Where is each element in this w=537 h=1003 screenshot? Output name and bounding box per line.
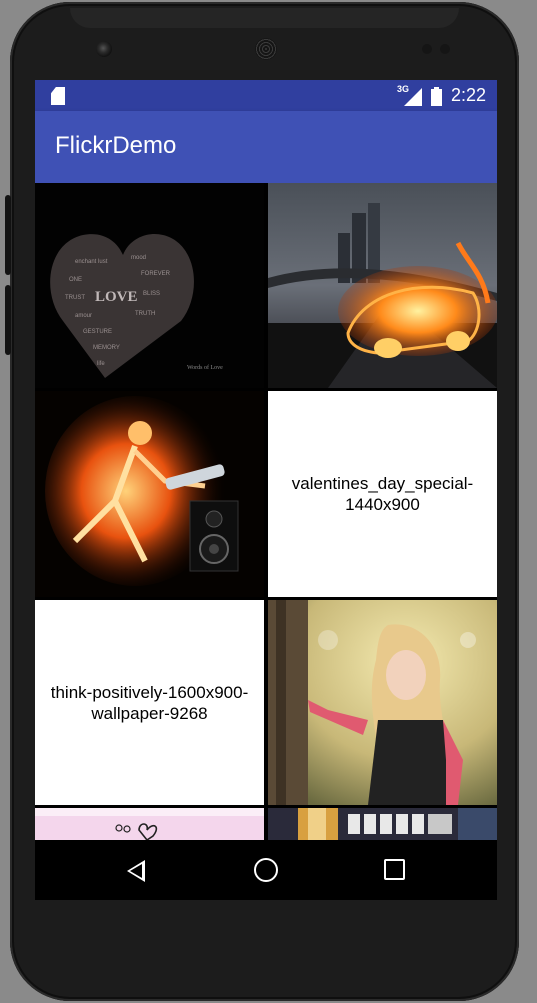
- phone-bezel-top: [70, 8, 459, 28]
- sd-card-icon: [51, 87, 65, 105]
- photo-tile[interactable]: think-positively-1600x900-wallpaper-9268: [35, 600, 264, 805]
- flaming-car-image: [268, 183, 497, 388]
- photo-tile[interactable]: [35, 808, 264, 840]
- svg-text:life: life: [97, 361, 105, 367]
- earpiece-speaker: [255, 38, 277, 60]
- svg-text:enchant lust: enchant lust: [75, 259, 108, 265]
- photo-tile[interactable]: [268, 600, 497, 805]
- girl-tree-image: [268, 600, 497, 805]
- front-camera: [96, 41, 112, 57]
- back-icon[interactable]: [127, 860, 145, 882]
- svg-text:ONE: ONE: [69, 277, 82, 283]
- photo-tile[interactable]: [35, 391, 264, 597]
- svg-text:amour: amour: [75, 313, 92, 319]
- light-sensor: [440, 44, 450, 54]
- svg-text:MEMORY: MEMORY: [93, 345, 120, 351]
- app-title: FlickrDemo: [55, 132, 177, 159]
- love-word: LOVE: [95, 289, 138, 305]
- photo-grid[interactable]: enchant lust mood ONE FOREVER TRUST BLISS a…: [35, 183, 497, 840]
- recents-icon[interactable]: [384, 859, 405, 880]
- photo-tile[interactable]: [268, 183, 497, 388]
- power-button: [5, 285, 11, 355]
- pink-hearts-image: [35, 808, 264, 840]
- sunset-window-image: [268, 808, 497, 840]
- photo-tile[interactable]: [268, 808, 497, 840]
- app-bar: FlickrDemo: [35, 111, 497, 183]
- device-screen: 3G 2:22 FlickrDemo enchant lust mood ONE F…: [35, 80, 497, 900]
- proximity-sensor: [422, 44, 432, 54]
- flaming-skeleton-image: [35, 391, 264, 597]
- svg-text:TRUTH: TRUTH: [135, 311, 155, 317]
- love-heart-image: enchant lust mood ONE FOREVER TRUST BLISS a…: [35, 183, 264, 388]
- clock: 2:22: [451, 85, 487, 105]
- photo-caption: valentines_day_special-1440x900: [268, 391, 497, 597]
- svg-text:GESTURE: GESTURE: [83, 329, 112, 335]
- svg-text:FOREVER: FOREVER: [141, 271, 171, 277]
- photo-tile[interactable]: valentines_day_special-1440x900: [268, 391, 497, 597]
- network-type: 3G: [397, 84, 410, 94]
- battery-icon: [431, 87, 442, 106]
- status-bar: 3G 2:22: [35, 80, 497, 111]
- home-icon[interactable]: [254, 858, 278, 882]
- photo-tile[interactable]: enchant lust mood ONE FOREVER TRUST BLISS a…: [35, 183, 264, 388]
- volume-button: [5, 195, 11, 275]
- svg-text:TRUST: TRUST: [65, 295, 85, 301]
- navigation-bar: [35, 840, 497, 900]
- svg-text:BLISS: BLISS: [143, 291, 160, 297]
- photo-caption: think-positively-1600x900-wallpaper-9268: [35, 600, 264, 805]
- svg-text:mood: mood: [131, 255, 146, 261]
- words-of-love-credit: Words of Love: [187, 364, 223, 371]
